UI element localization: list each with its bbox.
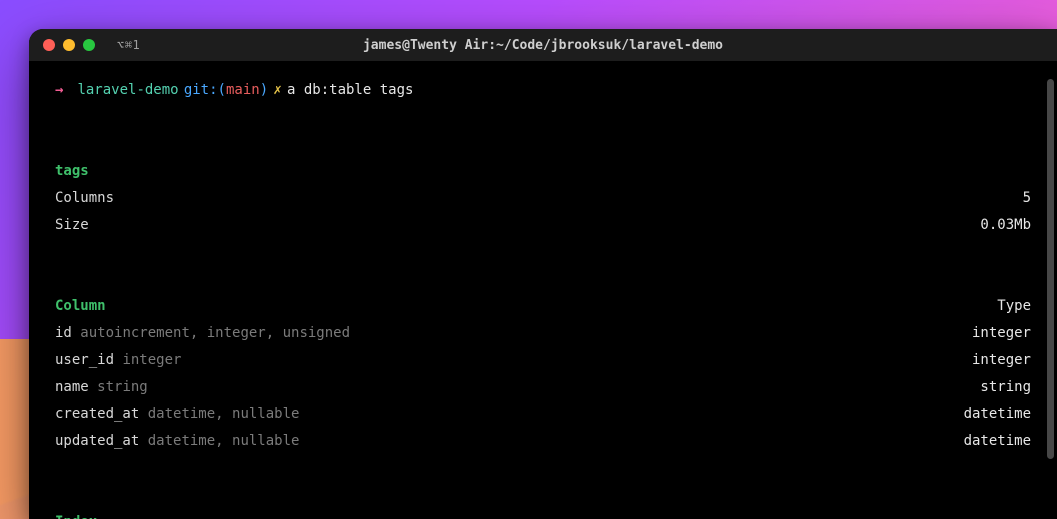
column-name: id: [55, 325, 72, 341]
column-left: name string: [55, 374, 154, 401]
column-attrs: string: [97, 379, 148, 395]
summary-label: Columns: [55, 185, 120, 212]
minimize-icon[interactable]: [63, 39, 75, 51]
columns-header-row: Column Type: [55, 293, 1031, 320]
zoom-icon[interactable]: [83, 39, 95, 51]
column-type: integer: [966, 320, 1031, 347]
prompt-branch: main: [226, 77, 260, 104]
dotted-fill: [187, 350, 966, 364]
summary-value: 0.03Mb: [974, 212, 1031, 239]
column-attrs: integer: [122, 352, 181, 368]
dotted-fill: [103, 512, 1031, 519]
column-row: user_id integerinteger: [55, 347, 1031, 374]
column-left: id autoincrement, integer, unsigned: [55, 320, 356, 347]
window-controls: [43, 39, 95, 51]
dotted-fill: [95, 161, 1031, 175]
prompt-command: a db:table tags: [287, 77, 413, 104]
column-attrs: datetime, nullable: [148, 433, 300, 449]
dotted-fill: [305, 404, 957, 418]
prompt-arrow-icon: →: [55, 77, 63, 104]
column-row: updated_at datetime, nullable datetime: [55, 428, 1031, 455]
prompt-git-close: ): [260, 77, 268, 104]
column-type: string: [974, 374, 1031, 401]
column-row: name stringstring: [55, 374, 1031, 401]
indexes-header: Index: [55, 509, 103, 519]
column-name: name: [55, 379, 89, 395]
scrollbar[interactable]: [1047, 79, 1054, 459]
terminal-content[interactable]: → laravel-demo git:( main ) ✗ a db:table…: [29, 61, 1057, 519]
summary-row: Size 0.03Mb: [55, 212, 1031, 239]
column-left: user_id integer: [55, 347, 187, 374]
dotted-fill: [95, 215, 975, 229]
column-attrs: autoincrement, integer, unsigned: [80, 325, 350, 341]
prompt-line: → laravel-demo git:( main ) ✗ a db:table…: [55, 77, 1031, 104]
tab-label[interactable]: ⌥⌘1: [117, 38, 140, 52]
column-name: created_at: [55, 406, 139, 422]
summary-label: Size: [55, 212, 95, 239]
prompt-dirty-icon: ✗: [273, 77, 281, 104]
column-row: id autoincrement, integer, unsigned integ…: [55, 320, 1031, 347]
prompt-git: git:(: [184, 77, 226, 104]
summary-row: Columns 5: [55, 185, 1031, 212]
columns-header-right: Type: [991, 293, 1031, 320]
window-title: james@Twenty Air:~/Code/jbrooksuk/larave…: [29, 38, 1057, 53]
terminal-window: ⌥⌘1 james@Twenty Air:~/Code/jbrooksuk/la…: [29, 29, 1057, 519]
summary-header-row: tags: [55, 158, 1031, 185]
dotted-fill: [356, 323, 966, 337]
dotted-fill: [305, 431, 957, 445]
column-attrs: datetime, nullable: [148, 406, 300, 422]
column-name: user_id: [55, 352, 114, 368]
indexes-header-row: Index: [55, 509, 1031, 519]
summary-header: tags: [55, 158, 95, 185]
column-left: updated_at datetime, nullable: [55, 428, 305, 455]
column-type: datetime: [958, 428, 1031, 455]
column-row: created_at datetime, nullable datetime: [55, 401, 1031, 428]
titlebar[interactable]: ⌥⌘1 james@Twenty Air:~/Code/jbrooksuk/la…: [29, 29, 1057, 61]
dotted-fill: [120, 188, 1017, 202]
column-type: integer: [966, 347, 1031, 374]
dotted-fill: [154, 377, 975, 391]
column-name: updated_at: [55, 433, 139, 449]
prompt-dir: laravel-demo: [77, 77, 178, 104]
column-left: created_at datetime, nullable: [55, 401, 305, 428]
dotted-fill: [112, 296, 992, 310]
summary-value: 5: [1017, 185, 1031, 212]
column-type: datetime: [958, 401, 1031, 428]
close-icon[interactable]: [43, 39, 55, 51]
columns-header: Column: [55, 293, 112, 320]
